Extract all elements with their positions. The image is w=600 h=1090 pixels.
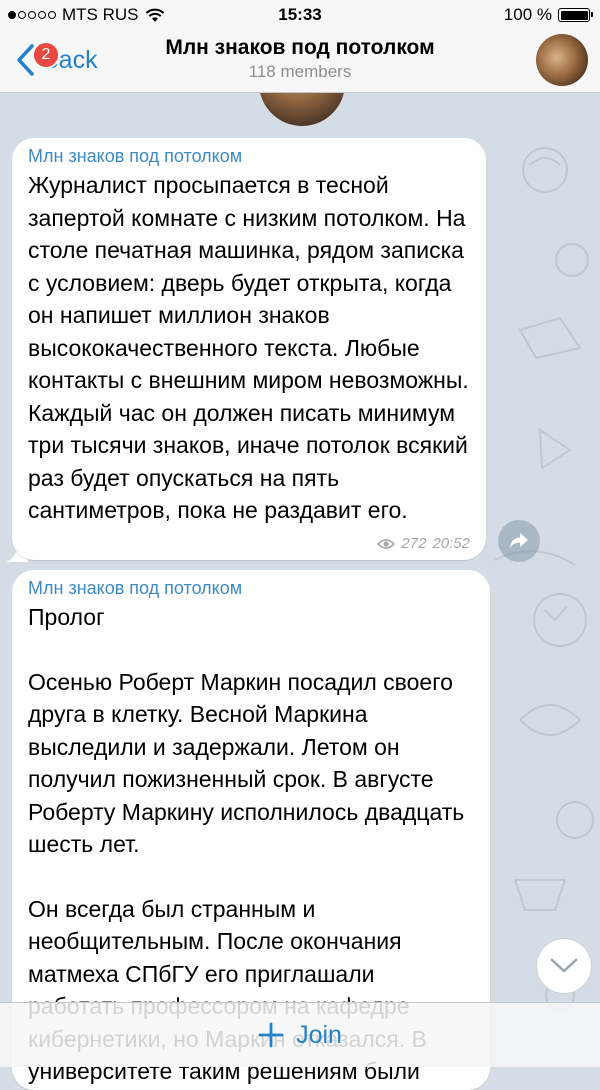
message-sender[interactable]: Млн знаков под потолком	[28, 146, 470, 167]
message-time: 20:52	[432, 535, 470, 552]
join-label: Join	[296, 1020, 342, 1049]
message-meta: 272 20:52	[377, 535, 470, 552]
battery-percent: 100 %	[503, 5, 552, 24]
back-button[interactable]: Back 2	[14, 42, 98, 78]
battery-icon	[558, 8, 593, 22]
chat-avatar[interactable]	[536, 34, 588, 86]
plus-icon	[258, 1022, 284, 1048]
share-button[interactable]	[498, 520, 540, 562]
join-button[interactable]: Join	[258, 1021, 342, 1050]
nav-bar: Back 2 Млн знаков под потолком 118 membe…	[0, 30, 600, 93]
eye-icon	[377, 538, 396, 549]
message-paragraph: Пролог	[28, 604, 105, 630]
share-icon	[510, 533, 528, 548]
view-count: 272	[401, 535, 427, 552]
message-text: Журналист просыпается в тесной запертой …	[28, 172, 469, 523]
join-bar: Join	[0, 1002, 600, 1067]
scroll-to-bottom-button[interactable]	[536, 938, 592, 994]
message-paragraph: Осенью Роберт Маркин посадил своего друг…	[28, 668, 465, 858]
message-bubble[interactable]: Млн знаков под потолком Журналист просып…	[12, 138, 486, 560]
unread-badge: 2	[34, 43, 58, 67]
chevron-down-icon	[550, 958, 578, 973]
message-sender[interactable]: Млн знаков под потолком	[28, 578, 474, 599]
status-bar: MTS RUS 15:33 100 %	[0, 0, 600, 30]
back-chevron-icon	[17, 44, 34, 76]
